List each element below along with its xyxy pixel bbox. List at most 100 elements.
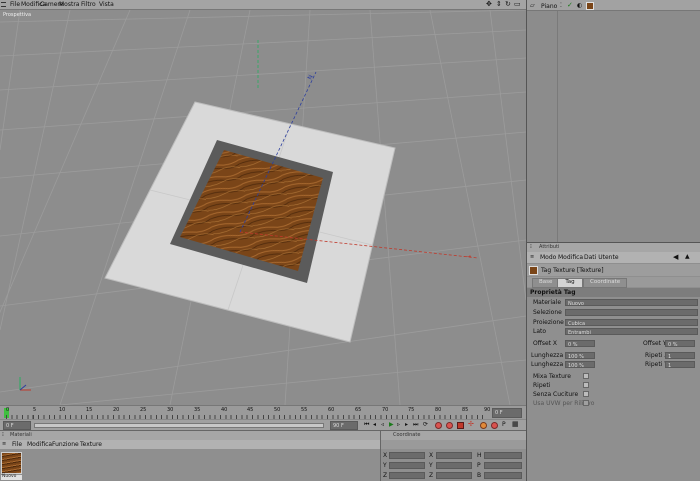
viewport-menubar: File Modifica Camere Mostra Filtro Vista… [0, 0, 526, 10]
rotation-b-field[interactable] [484, 472, 522, 479]
tile-checkbox[interactable] [583, 382, 589, 388]
keyframe-selection-icon[interactable] [457, 422, 464, 429]
record-icon[interactable] [435, 422, 442, 429]
enabled-check-icon[interactable]: ✓ [567, 2, 573, 9]
position-z-field[interactable] [389, 472, 425, 479]
autokey-icon[interactable] [446, 422, 453, 429]
current-frame-field[interactable]: 0 F [492, 408, 522, 418]
material-menu-texture[interactable]: Texture [80, 442, 102, 448]
next-key-icon[interactable]: ▸ [405, 422, 408, 428]
position-x-field[interactable] [389, 452, 425, 459]
menu-filtro[interactable]: Filtro [81, 2, 96, 8]
selection-label: Selezione [533, 309, 562, 316]
goto-start-icon[interactable]: ⏮ [364, 422, 369, 428]
zoom-view-icon[interactable]: ⇕ [496, 1, 502, 8]
length-x-field[interactable]: 100 % [565, 352, 595, 359]
rotation-h-field[interactable] [484, 452, 522, 459]
tab-base[interactable]: Base [532, 278, 560, 288]
material-link-field[interactable]: Nuovo [565, 299, 698, 306]
tag-texture-thumbnail-icon [529, 266, 538, 275]
material-name[interactable]: Nuovo [1, 474, 22, 480]
attr-menu-dati-utente[interactable]: Dati Utente [584, 255, 619, 261]
rotate-key-icon[interactable] [480, 422, 487, 429]
coordinates-manager: Coordinate X X H Y Y P Z Z B [380, 430, 527, 481]
seamless-checkbox[interactable] [583, 391, 589, 397]
material-title-bar: ⁝ Materiali [0, 431, 380, 440]
step-back-icon[interactable]: ◃ [381, 422, 384, 428]
projection-label: Proiezione [533, 319, 564, 326]
side-dropdown[interactable]: Entrambi [565, 328, 698, 335]
offset-y-label: Offset Y [643, 340, 667, 347]
mix-texture-checkbox[interactable] [583, 373, 589, 379]
section-title: Proprietà Tag [530, 289, 576, 296]
tick-label: 40 [221, 407, 228, 413]
coord-label-h: H [477, 452, 482, 459]
timeline-ruler[interactable]: 0 5 10 15 20 25 30 35 40 45 50 55 60 65 … [0, 405, 526, 419]
transport-bar: 0 F 90 F ⏮ ◂ ◃ ▶ ▹ ▸ ⏭ ⟳ ✢ P ▦ [0, 419, 526, 430]
tab-coordinate[interactable]: Coordinate [583, 278, 628, 288]
move-view-icon[interactable]: ✥ [486, 1, 492, 8]
loop-icon[interactable]: ⟳ [423, 422, 428, 428]
range-slider[interactable] [34, 423, 324, 428]
tick-label: 10 [59, 407, 66, 413]
repeat-y-field[interactable]: 1 [665, 361, 695, 368]
scale-x-field[interactable] [436, 452, 472, 459]
offset-y-field[interactable]: 0 % [665, 340, 695, 347]
attributes-menu: ≡ Modo Modifica Dati Utente ◀ ▲ [527, 252, 700, 263]
menu-mostra[interactable]: Mostra [59, 2, 79, 8]
panel-grip-icon: ⁝ [530, 243, 532, 250]
projection-dropdown[interactable]: Cubica [565, 319, 698, 326]
visibility-toggle-icon[interactable]: ⁚ [560, 3, 562, 9]
material-manager: ⁝ Materiali ≡ File Modifica Funzione Tex… [0, 430, 380, 481]
material-menu-modifica[interactable]: Modifica [27, 442, 52, 448]
material-menu-file[interactable]: File [12, 442, 22, 448]
rotate-view-icon[interactable]: ↻ [505, 1, 511, 8]
grid-key-icon[interactable]: ▦ [512, 421, 519, 428]
coord-label-x: X [383, 452, 388, 459]
scale-y-field[interactable] [436, 462, 472, 469]
prev-key-icon[interactable]: ◂ [373, 422, 376, 428]
back-arrow-icon[interactable]: ◀ [673, 254, 678, 261]
tag-title: Tag Texture [Texture] [541, 267, 604, 274]
play-icon[interactable]: ▶ [389, 422, 394, 428]
coord-label-x2: X [429, 452, 434, 459]
use-uvw-bump-checkbox[interactable] [583, 400, 589, 406]
phong-tag-icon[interactable]: ◐ [577, 3, 582, 9]
tick-label: 75 [408, 407, 415, 413]
param-key-icon[interactable]: P [502, 422, 506, 428]
move-key-icon[interactable]: ✢ [468, 421, 474, 428]
maximize-view-icon[interactable]: ▭ [514, 1, 521, 8]
object-row[interactable]: ▱ Piano ⁚ ✓ ◐ [527, 2, 700, 11]
length-y-field[interactable]: 100 % [565, 361, 595, 368]
tick-label: 90 [484, 407, 491, 413]
repeat-x-field[interactable]: 1 [665, 352, 695, 359]
menu-vista[interactable]: Vista [99, 2, 114, 8]
up-arrow-icon[interactable]: ▲ [685, 254, 690, 260]
end-frame-field[interactable]: 90 F [330, 421, 358, 430]
material-menu-funzione[interactable]: Funzione [52, 442, 79, 448]
attr-menu-modifica[interactable]: Modifica [558, 255, 583, 261]
texture-tag-icon[interactable] [586, 2, 594, 10]
position-y-field[interactable] [389, 462, 425, 469]
hamburger-icon[interactable]: ≡ [2, 442, 6, 447]
attr-menu-modo[interactable]: Modo [540, 255, 556, 261]
material-swatch[interactable] [1, 452, 22, 474]
offset-x-field[interactable]: 0 % [565, 340, 595, 347]
menu-file[interactable]: File [10, 2, 20, 8]
tick-label: 55 [301, 407, 308, 413]
scale-z-field[interactable] [436, 472, 472, 479]
viewport-3d[interactable]: → N Prospettiva [0, 10, 526, 405]
object-name[interactable]: Piano [541, 4, 557, 10]
coord-label-z: Z [383, 472, 388, 479]
step-forward-icon[interactable]: ▹ [397, 422, 400, 428]
tab-tag[interactable]: Tag [557, 278, 583, 288]
hamburger-icon[interactable] [1, 2, 6, 7]
material-title: Materiali [10, 432, 32, 438]
scale-key-icon[interactable] [491, 422, 498, 429]
selection-field[interactable] [565, 309, 698, 316]
rotation-p-field[interactable] [484, 462, 522, 469]
start-frame-field[interactable]: 0 F [3, 421, 31, 430]
goto-end-icon[interactable]: ⏭ [413, 422, 418, 428]
hamburger-icon[interactable]: ≡ [530, 255, 534, 260]
tick-label: 85 [462, 407, 469, 413]
